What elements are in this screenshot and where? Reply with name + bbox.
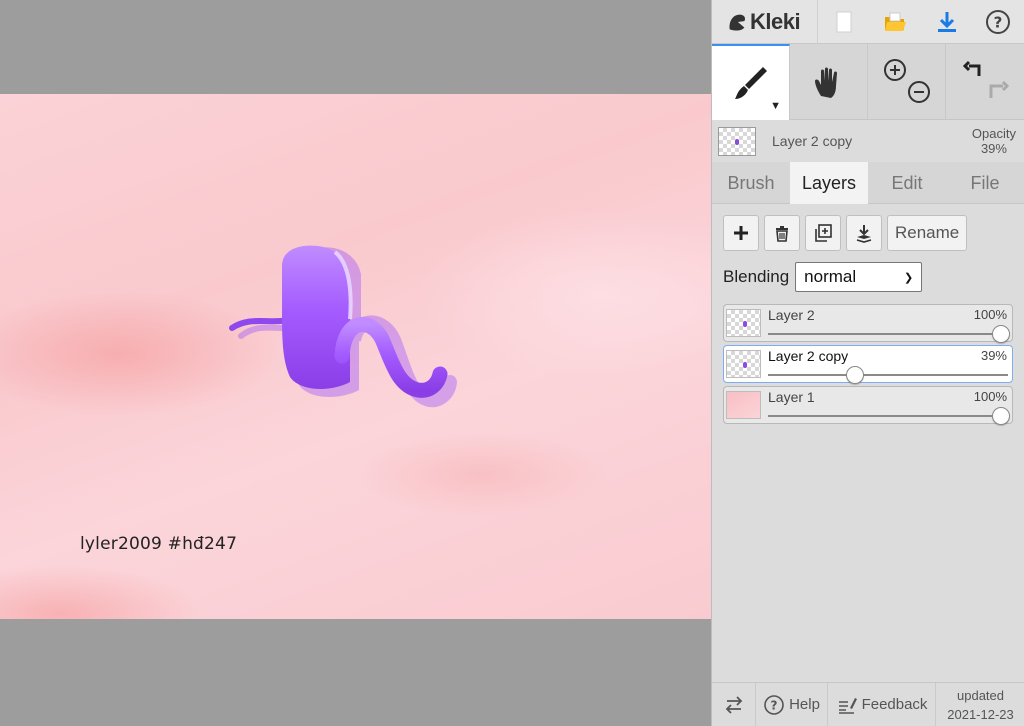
opacity-slider-track[interactable] [768, 374, 1008, 376]
chevron-down-icon[interactable]: ▼ [770, 100, 781, 112]
layer-actions: Rename [723, 215, 1013, 251]
help-button[interactable]: ? [973, 0, 1024, 44]
current-layer-thumbnail [718, 126, 756, 156]
new-image-button[interactable] [818, 0, 870, 44]
feedback-link[interactable]: Feedback [828, 682, 936, 726]
layer-thumbnail [726, 391, 761, 419]
signature-text: lyler2009 #hđ247 [80, 534, 238, 554]
kleki-logo-icon [729, 14, 746, 31]
tab-file[interactable]: File [946, 162, 1024, 204]
layer-opacity: 39% [980, 348, 1007, 363]
opacity-value: 39% [980, 141, 1007, 156]
updated-label: updated [957, 687, 1004, 703]
current-layer-opacity: Opacity 39% [972, 126, 1016, 156]
swap-side-button[interactable] [712, 682, 756, 726]
kleki-logo[interactable]: Kleki [712, 0, 818, 44]
layer-item-active[interactable]: Layer 2 copy 39% [723, 345, 1013, 384]
opacity-slider-track[interactable] [768, 333, 1008, 335]
current-layer-name: Layer 2 copy [772, 133, 853, 149]
chevron-down-icon: ❯ [903, 271, 914, 284]
blending-label: Blending [723, 267, 790, 286]
layer-list: Layer 2 100% Layer 2 copy 39% Layer 1 10… [723, 304, 1013, 425]
svg-text:?: ? [994, 13, 1003, 31]
top-bar: Kleki ? [712, 0, 1024, 44]
brush-icon [734, 67, 767, 99]
plus-icon [734, 226, 748, 240]
layer-name: Layer 2 copy [768, 348, 849, 364]
add-layer-button[interactable] [723, 215, 759, 251]
tab-edit[interactable]: Edit [868, 162, 946, 204]
hand-tool-button[interactable] [790, 44, 868, 120]
tool-row: ▼ [712, 44, 1024, 120]
merge-down-button[interactable] [846, 215, 882, 251]
duplicate-icon [815, 224, 832, 242]
open-folder-icon [885, 12, 907, 31]
opacity-slider-track[interactable] [768, 415, 1008, 417]
help-link[interactable]: ? Help [756, 682, 828, 726]
rename-layer-button[interactable]: Rename [887, 215, 968, 251]
feedback-icon [838, 697, 857, 714]
zoom-controls [868, 44, 946, 120]
undo-redo-icon[interactable] [955, 52, 1015, 112]
hand-icon [814, 67, 837, 98]
help-label: Help [789, 696, 820, 713]
panel-tabs: Brush Layers Edit File [712, 162, 1024, 204]
layer-thumbnail [726, 309, 761, 337]
updated-date: 2021-12-23 [947, 706, 1014, 722]
opacity-label: Opacity [971, 126, 1016, 141]
download-button[interactable] [921, 0, 973, 44]
zoom-in-out-icon[interactable] [877, 52, 937, 112]
layer-item[interactable]: Layer 2 100% [723, 304, 1013, 343]
drawing-canvas[interactable]: lyler2009 #hđ247 [0, 94, 711, 619]
layers-panel: Rename Blending normal ❯ Layer 2 100% La… [712, 204, 1024, 425]
blending-row: Blending normal ❯ [723, 262, 1013, 292]
merge-down-icon [856, 225, 872, 243]
app-root: lyler2009 #hđ247 Kleki ? ▼ Layer 2 copy … [0, 0, 1024, 726]
new-image-icon [836, 11, 852, 32]
updated-info[interactable]: updated 2021-12-23 [936, 683, 1024, 726]
opacity-slider-knob[interactable] [992, 325, 1010, 343]
trash-icon [776, 226, 788, 242]
svg-text:?: ? [771, 698, 778, 712]
undo-redo-controls [946, 44, 1024, 120]
blending-select[interactable]: normal ❯ [795, 262, 923, 292]
blending-value: normal [804, 267, 857, 286]
delete-layer-button[interactable] [764, 215, 800, 251]
open-button[interactable] [870, 0, 922, 44]
opacity-slider-knob[interactable] [845, 366, 864, 384]
help-icon: ? [986, 9, 1011, 34]
side-panel: Kleki ? ▼ Layer 2 copy Opacity 39% Brush… [711, 0, 1024, 726]
bottom-bar: ? Help Feedback updated 2021-12-23 [712, 682, 1024, 726]
layer-item[interactable]: Layer 1 100% [723, 386, 1013, 425]
canvas-workspace[interactable]: lyler2009 #hđ247 [0, 0, 711, 726]
layer-opacity: 100% [973, 389, 1007, 404]
download-icon [937, 11, 956, 32]
layer-name: Layer 1 [768, 389, 815, 405]
tab-layers[interactable]: Layers [790, 162, 868, 204]
duplicate-layer-button[interactable] [805, 215, 841, 251]
layer-name: Layer 2 [768, 307, 815, 323]
layer-thumbnail [726, 350, 761, 378]
tab-brush[interactable]: Brush [712, 162, 790, 204]
current-layer-info: Layer 2 copy Opacity 39% [712, 120, 1024, 162]
feedback-label: Feedback [861, 696, 928, 713]
help-circle-icon: ? [764, 694, 784, 715]
layer-opacity: 100% [973, 307, 1007, 322]
brush-tool-button[interactable]: ▼ [712, 44, 790, 120]
app-name: Kleki [750, 8, 801, 34]
swap-arrows-icon [725, 695, 742, 714]
opacity-slider-knob[interactable] [992, 407, 1010, 425]
